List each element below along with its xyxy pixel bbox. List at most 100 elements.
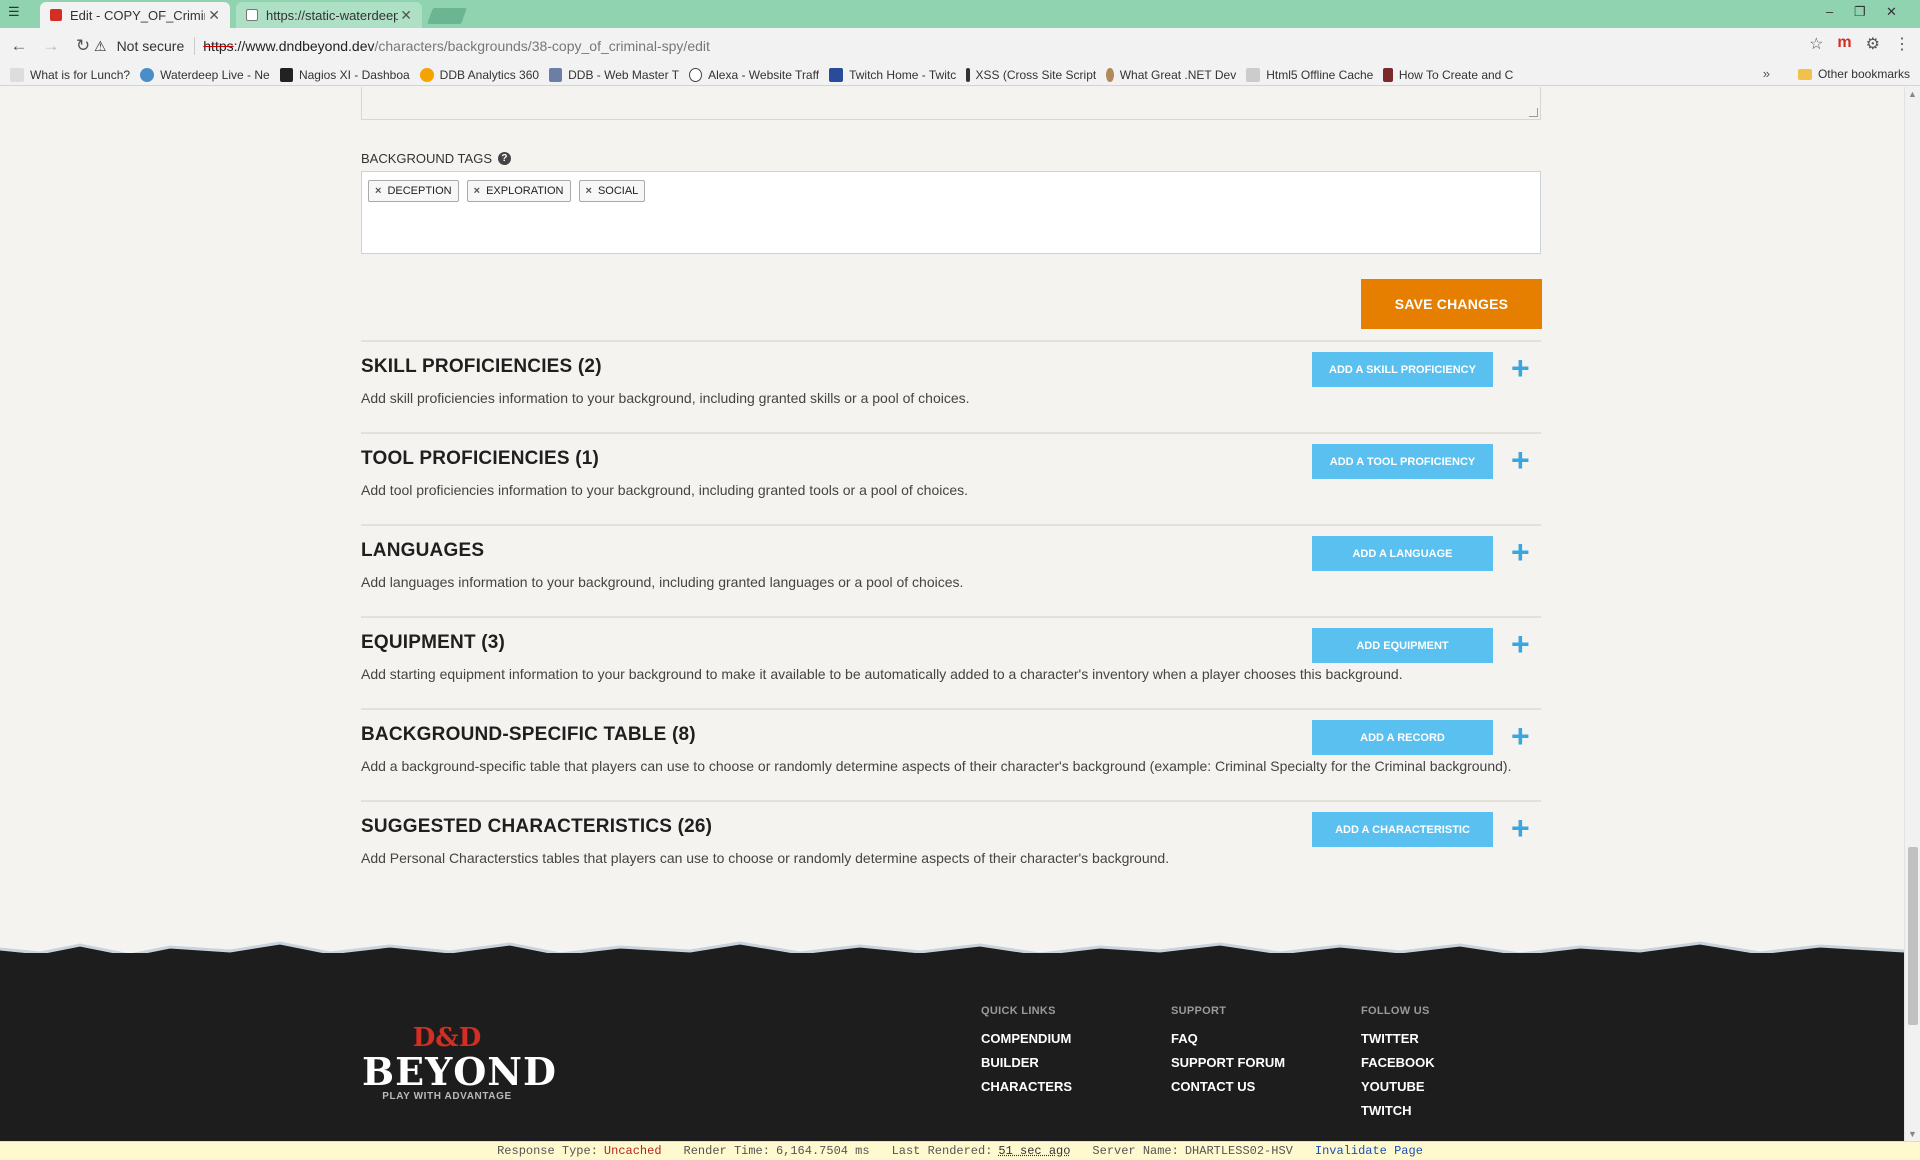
footer-link-twitch[interactable]: TWITCH <box>1361 1103 1435 1120</box>
bookmarks-overflow-icon[interactable]: » <box>1763 66 1770 81</box>
new-tab-button[interactable] <box>427 8 467 24</box>
bookmarks-bar: What is for Lunch? Waterdeep Live - Ne N… <box>0 64 1920 86</box>
tab-edit-background[interactable]: Edit - COPY_OF_Criminal ✕ <box>40 2 230 28</box>
bookmark-item[interactable]: Twitch Home - Twitc <box>829 67 956 82</box>
description-textarea[interactable] <box>361 87 1541 120</box>
footer-link-compendium[interactable]: COMPENDIUM <box>981 1031 1072 1048</box>
expand-plus-icon[interactable]: + <box>1511 718 1530 754</box>
page-content: BACKGROUND TAGS ? × DECEPTION × EXPLORATIO… <box>0 87 1904 1141</box>
invalidate-page-link[interactable]: Invalidate Page <box>1315 1144 1423 1158</box>
address-bar[interactable]: ⚠ Not secure https ://www.dndbeyond.dev … <box>94 32 1814 60</box>
browser-titlebar: ☰ Edit - COPY_OF_Criminal ✕ https://stat… <box>0 0 1920 28</box>
add-record-button[interactable]: ADD A RECORD <box>1312 720 1493 755</box>
chrome-menu-icon[interactable]: ☰ <box>8 4 20 20</box>
footer-link-youtube[interactable]: YOUTUBE <box>1361 1079 1435 1096</box>
section-title: SKILL PROFICIENCIES (2) <box>361 356 602 377</box>
section-description: Add Personal Characterstics tables that … <box>361 850 1170 866</box>
bookmark-item[interactable]: How To Create and C <box>1383 67 1513 82</box>
footer-link-support-forum[interactable]: SUPPORT FORUM <box>1171 1055 1285 1072</box>
restore-icon[interactable]: ❐ <box>1854 4 1866 20</box>
not-secure-warning-icon[interactable]: ⚠ <box>94 38 107 55</box>
add-language-button[interactable]: ADD A LANGUAGE <box>1312 536 1493 571</box>
section-tool-proficiencies: TOOL PROFICIENCIES (1) Add tool proficie… <box>361 432 1541 524</box>
scrollbar-thumb[interactable] <box>1908 847 1918 1025</box>
other-bookmarks[interactable]: Other bookmarks <box>1797 67 1910 81</box>
tab-title: Edit - COPY_OF_Criminal <box>70 7 205 23</box>
remove-tag-icon[interactable]: × <box>474 185 480 197</box>
section-title: LANGUAGES <box>361 540 485 561</box>
add-tool-proficiency-button[interactable]: ADD A TOOL PROFICIENCY <box>1312 444 1493 479</box>
expand-plus-icon[interactable]: + <box>1511 350 1530 386</box>
minimize-icon[interactable]: – <box>1826 4 1833 19</box>
footer-follow-us: FOLLOW US TWITTER FACEBOOK YOUTUBE TWITC… <box>1361 1005 1435 1127</box>
section-background-specific-table: BACKGROUND-SPECIFIC TABLE (8) Add a back… <box>361 708 1541 800</box>
render-time-label: Render Time: <box>683 1144 770 1158</box>
bookmark-item[interactable]: Html5 Offline Cache <box>1246 67 1373 82</box>
background-tags-input[interactable]: × DECEPTION × EXPLORATION × SOCIAL <box>361 171 1541 254</box>
section-description: Add a background-specific table that pla… <box>361 758 1512 774</box>
close-window-icon[interactable]: ✕ <box>1886 4 1897 20</box>
footer-link-faq[interactable]: FAQ <box>1171 1031 1285 1048</box>
waterdeep-icon <box>140 67 155 82</box>
expand-plus-icon[interactable]: + <box>1511 810 1530 846</box>
bookmark-star-icon[interactable]: ☆ <box>1809 34 1823 54</box>
expand-plus-icon[interactable]: + <box>1511 442 1530 478</box>
extension-gear-icon[interactable]: ⚙ <box>1866 34 1880 54</box>
forward-icon[interactable]: → <box>38 36 64 56</box>
remove-tag-icon[interactable]: × <box>375 185 381 197</box>
reload-icon[interactable]: ↻ <box>70 36 96 56</box>
howto-icon <box>1383 67 1393 82</box>
webmaster-icon <box>549 67 563 82</box>
alexa-icon <box>689 67 703 82</box>
section-title: BACKGROUND-SPECIFIC TABLE (8) <box>361 724 696 745</box>
page-scrollbar[interactable]: ▲ ▼ <box>1904 87 1920 1141</box>
chrome-menu-kebab-icon[interactable]: ⋮ <box>1894 34 1910 54</box>
back-icon[interactable]: ← <box>6 36 32 56</box>
remove-tag-icon[interactable]: × <box>586 185 592 197</box>
folder-icon <box>1797 68 1812 80</box>
footer-link-builder[interactable]: BUILDER <box>981 1055 1072 1072</box>
bookmark-item[interactable]: What is for Lunch? <box>10 67 130 82</box>
bookmark-item[interactable]: Waterdeep Live - Ne <box>140 67 270 82</box>
bookmark-item[interactable]: Alexa - Website Traff <box>689 67 819 82</box>
bookmark-item[interactable]: XSS (Cross Site Script <box>966 67 1096 82</box>
section-description: Add starting equipment information to yo… <box>361 666 1403 682</box>
expand-plus-icon[interactable]: + <box>1511 626 1530 662</box>
section-title: EQUIPMENT (3) <box>361 632 506 653</box>
background-tags-label: BACKGROUND TAGS ? <box>361 151 511 166</box>
security-label: Not secure <box>116 38 185 54</box>
avatar-icon <box>1106 67 1114 82</box>
bookmark-item[interactable]: DDB - Web Master T <box>549 67 679 82</box>
bookmark-item[interactable]: DDB Analytics 360 <box>419 67 539 82</box>
dev-debug-bar: Response Type: Uncached Render Time: 6,1… <box>0 1141 1920 1160</box>
url-path: /characters/backgrounds/38-copy_of_crimi… <box>374 38 710 54</box>
footer-link-twitter[interactable]: TWITTER <box>1361 1031 1435 1048</box>
scroll-down-icon[interactable]: ▼ <box>1908 1129 1917 1139</box>
tab-static-waterdeep[interactable]: https://static-waterdeep ✕ <box>236 2 422 28</box>
add-characteristic-button[interactable]: ADD A CHARACTERISTIC <box>1312 812 1493 847</box>
bookmark-item[interactable]: Nagios XI - Dashboa <box>279 67 410 82</box>
section-title: SUGGESTED CHARACTERISTICS (26) <box>361 816 713 837</box>
html5-icon <box>1246 67 1261 82</box>
help-question-icon[interactable]: ? <box>497 152 511 165</box>
footer-link-contact-us[interactable]: CONTACT US <box>1171 1079 1285 1096</box>
tab-close-icon[interactable]: ✕ <box>208 7 220 24</box>
ddb-logo[interactable]: D&D BEYOND PLAY WITH ADVANTAGE <box>362 1023 556 1102</box>
resize-grip-icon[interactable] <box>1529 108 1538 117</box>
bookmark-item[interactable]: What Great .NET Dev <box>1106 67 1236 82</box>
add-equipment-button[interactable]: ADD EQUIPMENT <box>1312 628 1493 663</box>
expand-plus-icon[interactable]: + <box>1511 534 1530 570</box>
footer-link-facebook[interactable]: FACEBOOK <box>1361 1055 1435 1072</box>
save-changes-button[interactable]: SAVE CHANGES <box>1361 279 1542 329</box>
render-time-value: 6,164.7504 ms <box>775 1144 870 1158</box>
scroll-up-icon[interactable]: ▲ <box>1908 89 1917 99</box>
response-type-label: Response Type: <box>497 1144 598 1158</box>
footer-link-characters[interactable]: CHARACTERS <box>981 1079 1072 1096</box>
extension-m-icon[interactable]: m <box>1837 34 1851 54</box>
url-scheme: https <box>203 38 234 54</box>
response-type-value: Uncached <box>603 1144 662 1158</box>
section-description: Add languages information to your backgr… <box>361 574 964 590</box>
server-name-value: DHARTLESS02-HSV <box>1184 1144 1293 1158</box>
tab-close-icon[interactable]: ✕ <box>400 7 412 24</box>
add-skill-proficiency-button[interactable]: ADD A SKILL PROFICIENCY <box>1312 352 1493 387</box>
